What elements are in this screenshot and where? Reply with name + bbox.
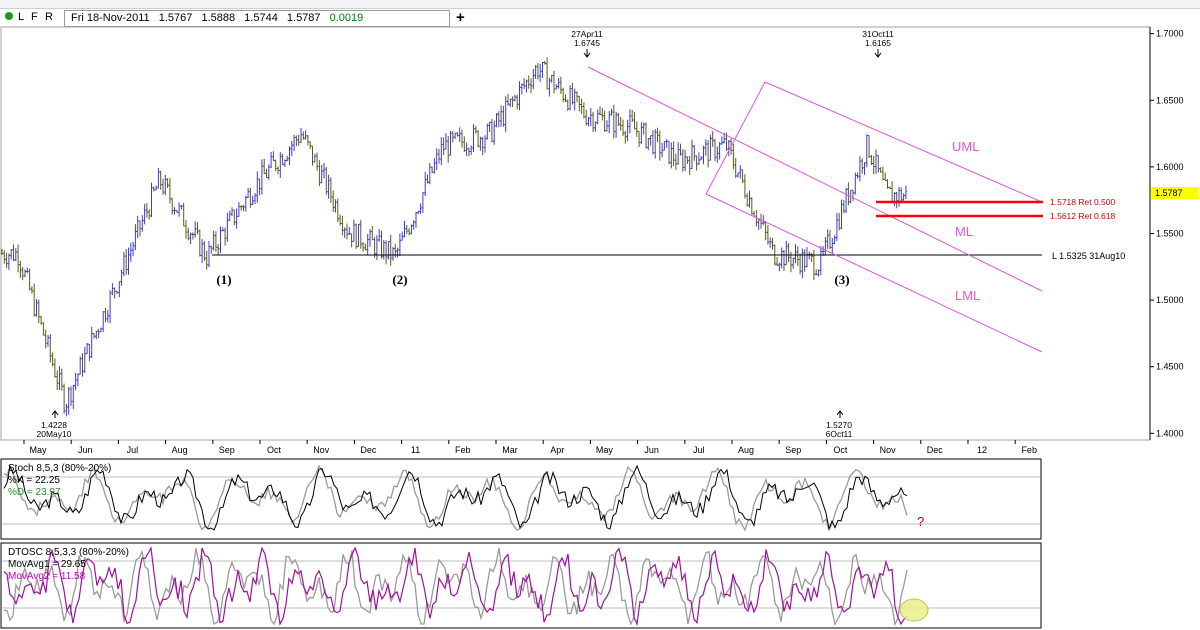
time-tick-label: Feb [1021, 445, 1037, 455]
wave-1-label: (1) [216, 272, 231, 287]
dtosc-pane [0, 542, 1042, 629]
price-tick-label: 1.5500 [1156, 229, 1184, 239]
price-pane [0, 26, 1151, 441]
wave-2-label: (2) [392, 272, 407, 287]
time-tick-label: Dec [360, 445, 377, 455]
time-tick-label: Dec [927, 445, 944, 455]
time-tick-label: Feb [455, 445, 471, 455]
time-tick-label: Sep [785, 445, 801, 455]
lml-label: LML [955, 288, 980, 303]
ret-050-label: 1.5718 Ret 0.500 [1050, 197, 1115, 207]
time-tick-label: Jul [693, 445, 705, 455]
time-tick-label: Oct [267, 445, 282, 455]
time-tick-label: May [29, 445, 47, 455]
stoch-k-value: %K = 22.25 [8, 475, 60, 486]
high1-price: 1.6745 [574, 38, 600, 48]
time-tick-label: Nov [880, 445, 897, 455]
uml-label: UML [952, 139, 979, 154]
last-price-label: 1.5787 [1155, 188, 1183, 198]
wave-3-label: (3) [834, 272, 849, 287]
question-mark: ? [917, 514, 924, 529]
price-axis: 1.7000 1.6500 1.6000 1.5500 1.5000 1.4500 1.40… [1150, 29, 1184, 438]
price-tick-label: 1.6500 [1156, 95, 1184, 105]
stoch-title: Stoch 8,5,3 (80%-20%) [8, 463, 111, 474]
time-tick-label: Sep [219, 445, 235, 455]
time-tick-label: Aug [738, 445, 754, 455]
dtosc-highlight-circle [899, 598, 929, 622]
price-tick-label: 1.6000 [1156, 162, 1184, 172]
chart-window: L F R Fri 18-Nov-2011 1.5767 1.5888 1.57… [0, 0, 1200, 630]
price-tick-label: 1.7000 [1156, 29, 1184, 39]
time-axis: May Jun Jul Aug Sep Oct Nov Dec 11 Feb Mar Apr May Ju… [23, 440, 1037, 455]
time-tick-label: Jun [644, 445, 659, 455]
ml-label: ML [955, 224, 973, 239]
time-tick-label: 11 [411, 445, 420, 455]
stoch-d-value: %D = 23.97 [8, 487, 61, 498]
low2-date: 6Oct11 [826, 429, 853, 439]
ret-0618-label: 1.5612 Ret 0.618 [1050, 211, 1115, 221]
dtosc-ma1-value: MovAvg1 = 29.65 [8, 559, 86, 570]
chart-canvas: 1.7000 1.6500 1.6000 1.5500 1.5000 1.4500 1.40… [0, 26, 1199, 629]
time-tick-label: Oct [833, 445, 848, 455]
time-tick-label: Nov [313, 445, 330, 455]
time-tick-label: Apr [550, 445, 564, 455]
time-tick-label: Aug [172, 445, 188, 455]
time-tick-label: Jul [127, 445, 139, 455]
low1-date: 20May10 [37, 429, 72, 439]
price-tick-label: 1.4000 [1156, 428, 1184, 438]
price-tick-label: 1.4500 [1156, 362, 1184, 372]
price-tick-label: 1.5000 [1156, 295, 1184, 305]
time-tick-label: Mar [502, 445, 518, 455]
time-tick-label: May [596, 445, 614, 455]
time-tick-label: 12 [977, 445, 987, 455]
dtosc-ma2-value: MovAvg2 = 11.58 [8, 571, 86, 582]
support-line-label: L 1.5325 31Aug10 [1052, 251, 1125, 261]
time-tick-label: Jun [78, 445, 93, 455]
dtosc-title: DTOSC 8,5,3,3 (80%-20%) [8, 547, 129, 558]
high2-price: 1.6165 [865, 38, 891, 48]
